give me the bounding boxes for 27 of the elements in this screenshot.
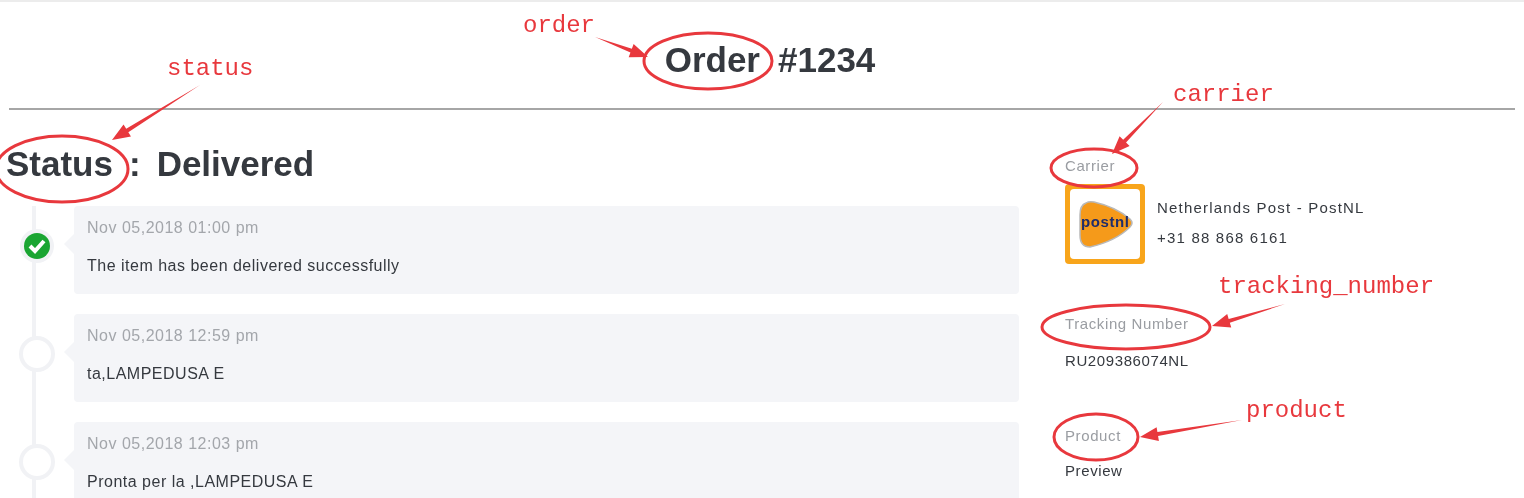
carrier-label: Carrier — [1065, 156, 1116, 176]
event-time: Nov 05,2018 12:59 pm — [87, 326, 259, 346]
product-value: Preview — [1065, 461, 1123, 481]
carrier-name: Netherlands Post - PostNL — [1157, 198, 1365, 218]
status-separator: : — [128, 144, 141, 184]
status-label: Status — [6, 144, 113, 184]
tracking-label: Tracking Number — [1065, 314, 1189, 334]
order-label: Order — [664, 40, 760, 80]
logo-text: postnl — [1081, 214, 1130, 229]
annotation-arrow — [595, 37, 648, 58]
event-text: Pronta per la ,LAMPEDUSA E — [87, 472, 314, 492]
product-label: Product — [1065, 426, 1121, 446]
event-text: The item has been delivered successfully — [87, 256, 400, 276]
event-text: ta,LAMPEDUSA E — [87, 364, 225, 384]
carrier-phone: +31 88 868 6161 — [1157, 228, 1290, 248]
order-number: #1234 — [778, 40, 876, 80]
annotation-label: status — [167, 55, 254, 83]
annotation-arrow — [1112, 102, 1163, 154]
event-time: Nov 05,2018 12:03 pm — [87, 434, 259, 454]
logo-blob-icon — [1076, 199, 1134, 251]
annotation-label: carrier — [1173, 81, 1274, 109]
status-value: Delivered — [156, 144, 315, 184]
tracking-number: RU209386074NL — [1065, 351, 1189, 371]
annotation-label: product — [1246, 397, 1347, 425]
annotation-label: tracking_number — [1218, 273, 1435, 301]
annotation-label: order — [523, 12, 595, 40]
event-time: Nov 05,2018 01:00 pm — [87, 218, 259, 238]
